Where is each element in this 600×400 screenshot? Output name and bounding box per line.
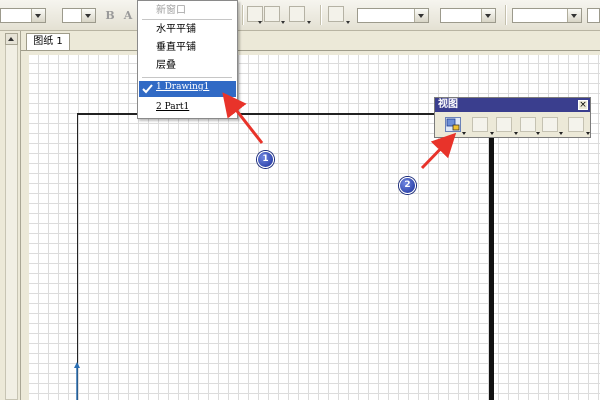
toolbar-separator — [242, 5, 244, 25]
chevron-down-icon — [481, 9, 495, 22]
drawing-frame-left-border — [77, 113, 78, 400]
chevron-down-icon — [559, 132, 563, 135]
text-box-icon[interactable] — [264, 6, 280, 22]
menu-item-new-window[interactable]: 新窗口 — [156, 4, 186, 18]
color-combo[interactable] — [512, 8, 582, 23]
lineweight-combo[interactable] — [587, 8, 600, 23]
chevron-down-icon — [281, 21, 285, 24]
menu-item-drawing1[interactable]: 1 Drawing1 — [139, 81, 236, 97]
view-toolbar-title[interactable]: 视图 — [435, 98, 590, 112]
sheet-tab-strip — [21, 31, 600, 51]
new-view-glyph — [446, 118, 460, 131]
window-menu: 新窗口 水平平铺 垂直平铺 层叠 1 Drawing1 2 Part1 — [137, 0, 238, 119]
leader-icon[interactable] — [328, 6, 344, 22]
view-toolbar: 视图 × — [434, 97, 591, 138]
layer-combo[interactable] — [357, 8, 429, 23]
detail-view-icon[interactable] — [520, 117, 536, 132]
check-icon — [142, 84, 153, 94]
italic-button[interactable]: A — [119, 7, 137, 24]
menu-item-part1[interactable]: 2 Part1 — [156, 100, 189, 114]
chevron-down-icon — [414, 9, 428, 22]
chevron-down-icon — [514, 132, 518, 135]
chevron-down-icon — [567, 9, 581, 22]
chevron-down-icon — [490, 132, 494, 135]
chevron-down-icon — [586, 132, 590, 135]
style-combo[interactable] — [0, 8, 46, 23]
tab-sheet-1[interactable]: 图纸 1 — [26, 33, 70, 50]
clipping-view-icon[interactable] — [568, 117, 584, 132]
menu-item-tile-horizontal[interactable]: 水平平铺 — [156, 23, 196, 37]
scroll-up-icon[interactable] — [5, 33, 18, 45]
toolbar-separator — [320, 5, 322, 25]
new-view-icon[interactable] — [445, 117, 461, 132]
chevron-down-icon — [307, 21, 311, 24]
menu-item-label: 1 Drawing1 — [156, 82, 210, 92]
symbol-icon[interactable] — [289, 6, 305, 22]
chevron-down-icon — [31, 9, 45, 22]
formatting-toolbar: B A — [0, 0, 600, 31]
menu-separator — [142, 19, 232, 20]
menu-item-cascade[interactable]: 层叠 — [156, 59, 176, 73]
chevron-down-icon — [346, 21, 350, 24]
break-view-icon[interactable] — [542, 117, 558, 132]
projection-view-icon[interactable] — [472, 117, 488, 132]
vertical-scrollbar[interactable] — [5, 33, 18, 400]
close-icon[interactable]: × — [578, 100, 588, 110]
toolbar-separator — [505, 5, 507, 25]
drawing-frame-right-border — [489, 113, 494, 400]
chevron-down-icon — [462, 132, 466, 135]
menu-item-tile-vertical[interactable]: 垂直平铺 — [156, 41, 196, 55]
linetype-combo[interactable] — [440, 8, 496, 23]
chevron-down-icon — [81, 9, 95, 22]
axis-arrow-icon — [74, 362, 80, 400]
chevron-down-icon — [258, 21, 262, 24]
section-view-icon[interactable] — [496, 117, 512, 132]
chevron-down-icon — [536, 132, 540, 135]
text-frame-icon[interactable] — [247, 6, 263, 22]
bold-button[interactable]: B — [101, 7, 119, 24]
annotation-marker-1: 1 — [257, 151, 274, 168]
menu-separator — [142, 77, 232, 78]
annotation-marker-2: 2 — [399, 177, 416, 194]
font-size-combo[interactable] — [62, 8, 96, 23]
